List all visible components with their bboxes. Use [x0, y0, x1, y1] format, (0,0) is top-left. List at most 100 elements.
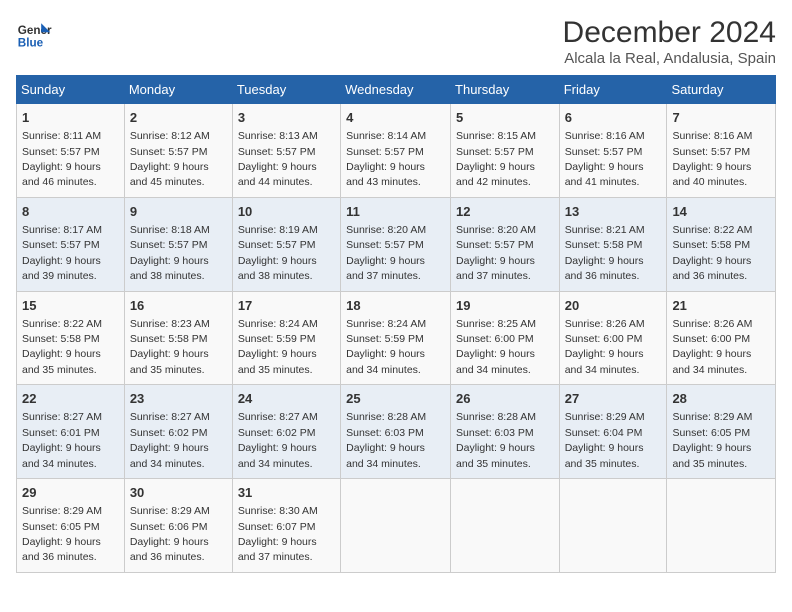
day-cell-16: 16 Sunrise: 8:23 AMSunset: 5:58 PMDaylig… — [124, 291, 232, 385]
day-info: Sunrise: 8:12 AMSunset: 5:57 PMDaylight:… — [130, 130, 210, 188]
calendar-week-3: 15 Sunrise: 8:22 AMSunset: 5:58 PMDaylig… — [17, 291, 776, 385]
day-cell-31: 31 Sunrise: 8:30 AMSunset: 6:07 PMDaylig… — [232, 479, 340, 573]
empty-cell-w4-d6 — [667, 479, 776, 573]
calendar-table: Sunday Monday Tuesday Wednesday Thursday… — [16, 75, 776, 573]
day-info: Sunrise: 8:29 AMSunset: 6:05 PMDaylight:… — [22, 505, 102, 563]
day-cell-7: 7 Sunrise: 8:16 AMSunset: 5:57 PMDayligh… — [667, 104, 776, 198]
day-number: 30 — [130, 484, 227, 502]
empty-cell-w4-d4 — [451, 479, 560, 573]
day-number: 27 — [565, 390, 662, 408]
calendar-week-2: 8 Sunrise: 8:17 AMSunset: 5:57 PMDayligh… — [17, 197, 776, 291]
header-wednesday: Wednesday — [341, 76, 451, 104]
day-cell-25: 25 Sunrise: 8:28 AMSunset: 6:03 PMDaylig… — [341, 385, 451, 479]
day-info: Sunrise: 8:24 AMSunset: 5:59 PMDaylight:… — [346, 318, 426, 376]
weekday-header-row: Sunday Monday Tuesday Wednesday Thursday… — [17, 76, 776, 104]
day-number: 22 — [22, 390, 119, 408]
calendar-week-5: 29 Sunrise: 8:29 AMSunset: 6:05 PMDaylig… — [17, 479, 776, 573]
day-cell-18: 18 Sunrise: 8:24 AMSunset: 5:59 PMDaylig… — [341, 291, 451, 385]
day-info: Sunrise: 8:24 AMSunset: 5:59 PMDaylight:… — [238, 318, 318, 376]
day-cell-1: 1 Sunrise: 8:11 AMSunset: 5:57 PMDayligh… — [17, 104, 125, 198]
day-number: 24 — [238, 390, 335, 408]
day-info: Sunrise: 8:26 AMSunset: 6:00 PMDaylight:… — [565, 318, 645, 376]
header-friday: Friday — [559, 76, 667, 104]
day-info: Sunrise: 8:29 AMSunset: 6:06 PMDaylight:… — [130, 505, 210, 563]
day-number: 11 — [346, 203, 445, 221]
day-info: Sunrise: 8:28 AMSunset: 6:03 PMDaylight:… — [456, 411, 536, 469]
day-number: 20 — [565, 297, 662, 315]
header-monday: Monday — [124, 76, 232, 104]
day-number: 29 — [22, 484, 119, 502]
header-sunday: Sunday — [17, 76, 125, 104]
day-info: Sunrise: 8:27 AMSunset: 6:01 PMDaylight:… — [22, 411, 102, 469]
day-cell-30: 30 Sunrise: 8:29 AMSunset: 6:06 PMDaylig… — [124, 479, 232, 573]
calendar-week-4: 22 Sunrise: 8:27 AMSunset: 6:01 PMDaylig… — [17, 385, 776, 479]
day-info: Sunrise: 8:16 AMSunset: 5:57 PMDaylight:… — [565, 130, 645, 188]
day-cell-28: 28 Sunrise: 8:29 AMSunset: 6:05 PMDaylig… — [667, 385, 776, 479]
day-info: Sunrise: 8:30 AMSunset: 6:07 PMDaylight:… — [238, 505, 318, 563]
day-number: 5 — [456, 109, 554, 127]
logo: General Blue — [16, 16, 52, 52]
empty-cell-w4-d3 — [341, 479, 451, 573]
day-number: 10 — [238, 203, 335, 221]
day-number: 14 — [672, 203, 770, 221]
day-cell-29: 29 Sunrise: 8:29 AMSunset: 6:05 PMDaylig… — [17, 479, 125, 573]
day-cell-23: 23 Sunrise: 8:27 AMSunset: 6:02 PMDaylig… — [124, 385, 232, 479]
day-cell-24: 24 Sunrise: 8:27 AMSunset: 6:02 PMDaylig… — [232, 385, 340, 479]
day-cell-20: 20 Sunrise: 8:26 AMSunset: 6:00 PMDaylig… — [559, 291, 667, 385]
day-info: Sunrise: 8:13 AMSunset: 5:57 PMDaylight:… — [238, 130, 318, 188]
day-cell-5: 5 Sunrise: 8:15 AMSunset: 5:57 PMDayligh… — [451, 104, 560, 198]
day-cell-19: 19 Sunrise: 8:25 AMSunset: 6:00 PMDaylig… — [451, 291, 560, 385]
title-block: December 2024 Alcala la Real, Andalusia,… — [563, 16, 776, 67]
day-number: 8 — [22, 203, 119, 221]
main-title: December 2024 — [563, 16, 776, 50]
day-number: 15 — [22, 297, 119, 315]
day-info: Sunrise: 8:16 AMSunset: 5:57 PMDaylight:… — [672, 130, 752, 188]
day-info: Sunrise: 8:21 AMSunset: 5:58 PMDaylight:… — [565, 224, 645, 282]
day-cell-9: 9 Sunrise: 8:18 AMSunset: 5:57 PMDayligh… — [124, 197, 232, 291]
day-number: 31 — [238, 484, 335, 502]
day-info: Sunrise: 8:15 AMSunset: 5:57 PMDaylight:… — [456, 130, 536, 188]
day-cell-13: 13 Sunrise: 8:21 AMSunset: 5:58 PMDaylig… — [559, 197, 667, 291]
day-cell-27: 27 Sunrise: 8:29 AMSunset: 6:04 PMDaylig… — [559, 385, 667, 479]
day-cell-2: 2 Sunrise: 8:12 AMSunset: 5:57 PMDayligh… — [124, 104, 232, 198]
logo-icon: General Blue — [16, 16, 52, 52]
day-info: Sunrise: 8:27 AMSunset: 6:02 PMDaylight:… — [238, 411, 318, 469]
day-info: Sunrise: 8:19 AMSunset: 5:57 PMDaylight:… — [238, 224, 318, 282]
day-cell-4: 4 Sunrise: 8:14 AMSunset: 5:57 PMDayligh… — [341, 104, 451, 198]
header-saturday: Saturday — [667, 76, 776, 104]
day-cell-22: 22 Sunrise: 8:27 AMSunset: 6:01 PMDaylig… — [17, 385, 125, 479]
day-info: Sunrise: 8:22 AMSunset: 5:58 PMDaylight:… — [672, 224, 752, 282]
day-cell-3: 3 Sunrise: 8:13 AMSunset: 5:57 PMDayligh… — [232, 104, 340, 198]
day-number: 23 — [130, 390, 227, 408]
day-number: 16 — [130, 297, 227, 315]
day-number: 21 — [672, 297, 770, 315]
empty-cell-w4-d5 — [559, 479, 667, 573]
day-number: 28 — [672, 390, 770, 408]
day-cell-26: 26 Sunrise: 8:28 AMSunset: 6:03 PMDaylig… — [451, 385, 560, 479]
day-number: 25 — [346, 390, 445, 408]
day-number: 3 — [238, 109, 335, 127]
day-info: Sunrise: 8:26 AMSunset: 6:00 PMDaylight:… — [672, 318, 752, 376]
day-info: Sunrise: 8:20 AMSunset: 5:57 PMDaylight:… — [346, 224, 426, 282]
day-cell-6: 6 Sunrise: 8:16 AMSunset: 5:57 PMDayligh… — [559, 104, 667, 198]
day-info: Sunrise: 8:14 AMSunset: 5:57 PMDaylight:… — [346, 130, 426, 188]
day-number: 6 — [565, 109, 662, 127]
day-number: 7 — [672, 109, 770, 127]
day-number: 9 — [130, 203, 227, 221]
day-cell-10: 10 Sunrise: 8:19 AMSunset: 5:57 PMDaylig… — [232, 197, 340, 291]
day-info: Sunrise: 8:17 AMSunset: 5:57 PMDaylight:… — [22, 224, 102, 282]
day-info: Sunrise: 8:28 AMSunset: 6:03 PMDaylight:… — [346, 411, 426, 469]
day-cell-15: 15 Sunrise: 8:22 AMSunset: 5:58 PMDaylig… — [17, 291, 125, 385]
day-info: Sunrise: 8:29 AMSunset: 6:04 PMDaylight:… — [565, 411, 645, 469]
day-number: 4 — [346, 109, 445, 127]
day-number: 26 — [456, 390, 554, 408]
day-info: Sunrise: 8:20 AMSunset: 5:57 PMDaylight:… — [456, 224, 536, 282]
day-cell-14: 14 Sunrise: 8:22 AMSunset: 5:58 PMDaylig… — [667, 197, 776, 291]
day-cell-8: 8 Sunrise: 8:17 AMSunset: 5:57 PMDayligh… — [17, 197, 125, 291]
day-number: 12 — [456, 203, 554, 221]
day-info: Sunrise: 8:11 AMSunset: 5:57 PMDaylight:… — [22, 130, 101, 188]
day-cell-11: 11 Sunrise: 8:20 AMSunset: 5:57 PMDaylig… — [341, 197, 451, 291]
day-cell-12: 12 Sunrise: 8:20 AMSunset: 5:57 PMDaylig… — [451, 197, 560, 291]
day-info: Sunrise: 8:18 AMSunset: 5:57 PMDaylight:… — [130, 224, 210, 282]
day-info: Sunrise: 8:22 AMSunset: 5:58 PMDaylight:… — [22, 318, 102, 376]
